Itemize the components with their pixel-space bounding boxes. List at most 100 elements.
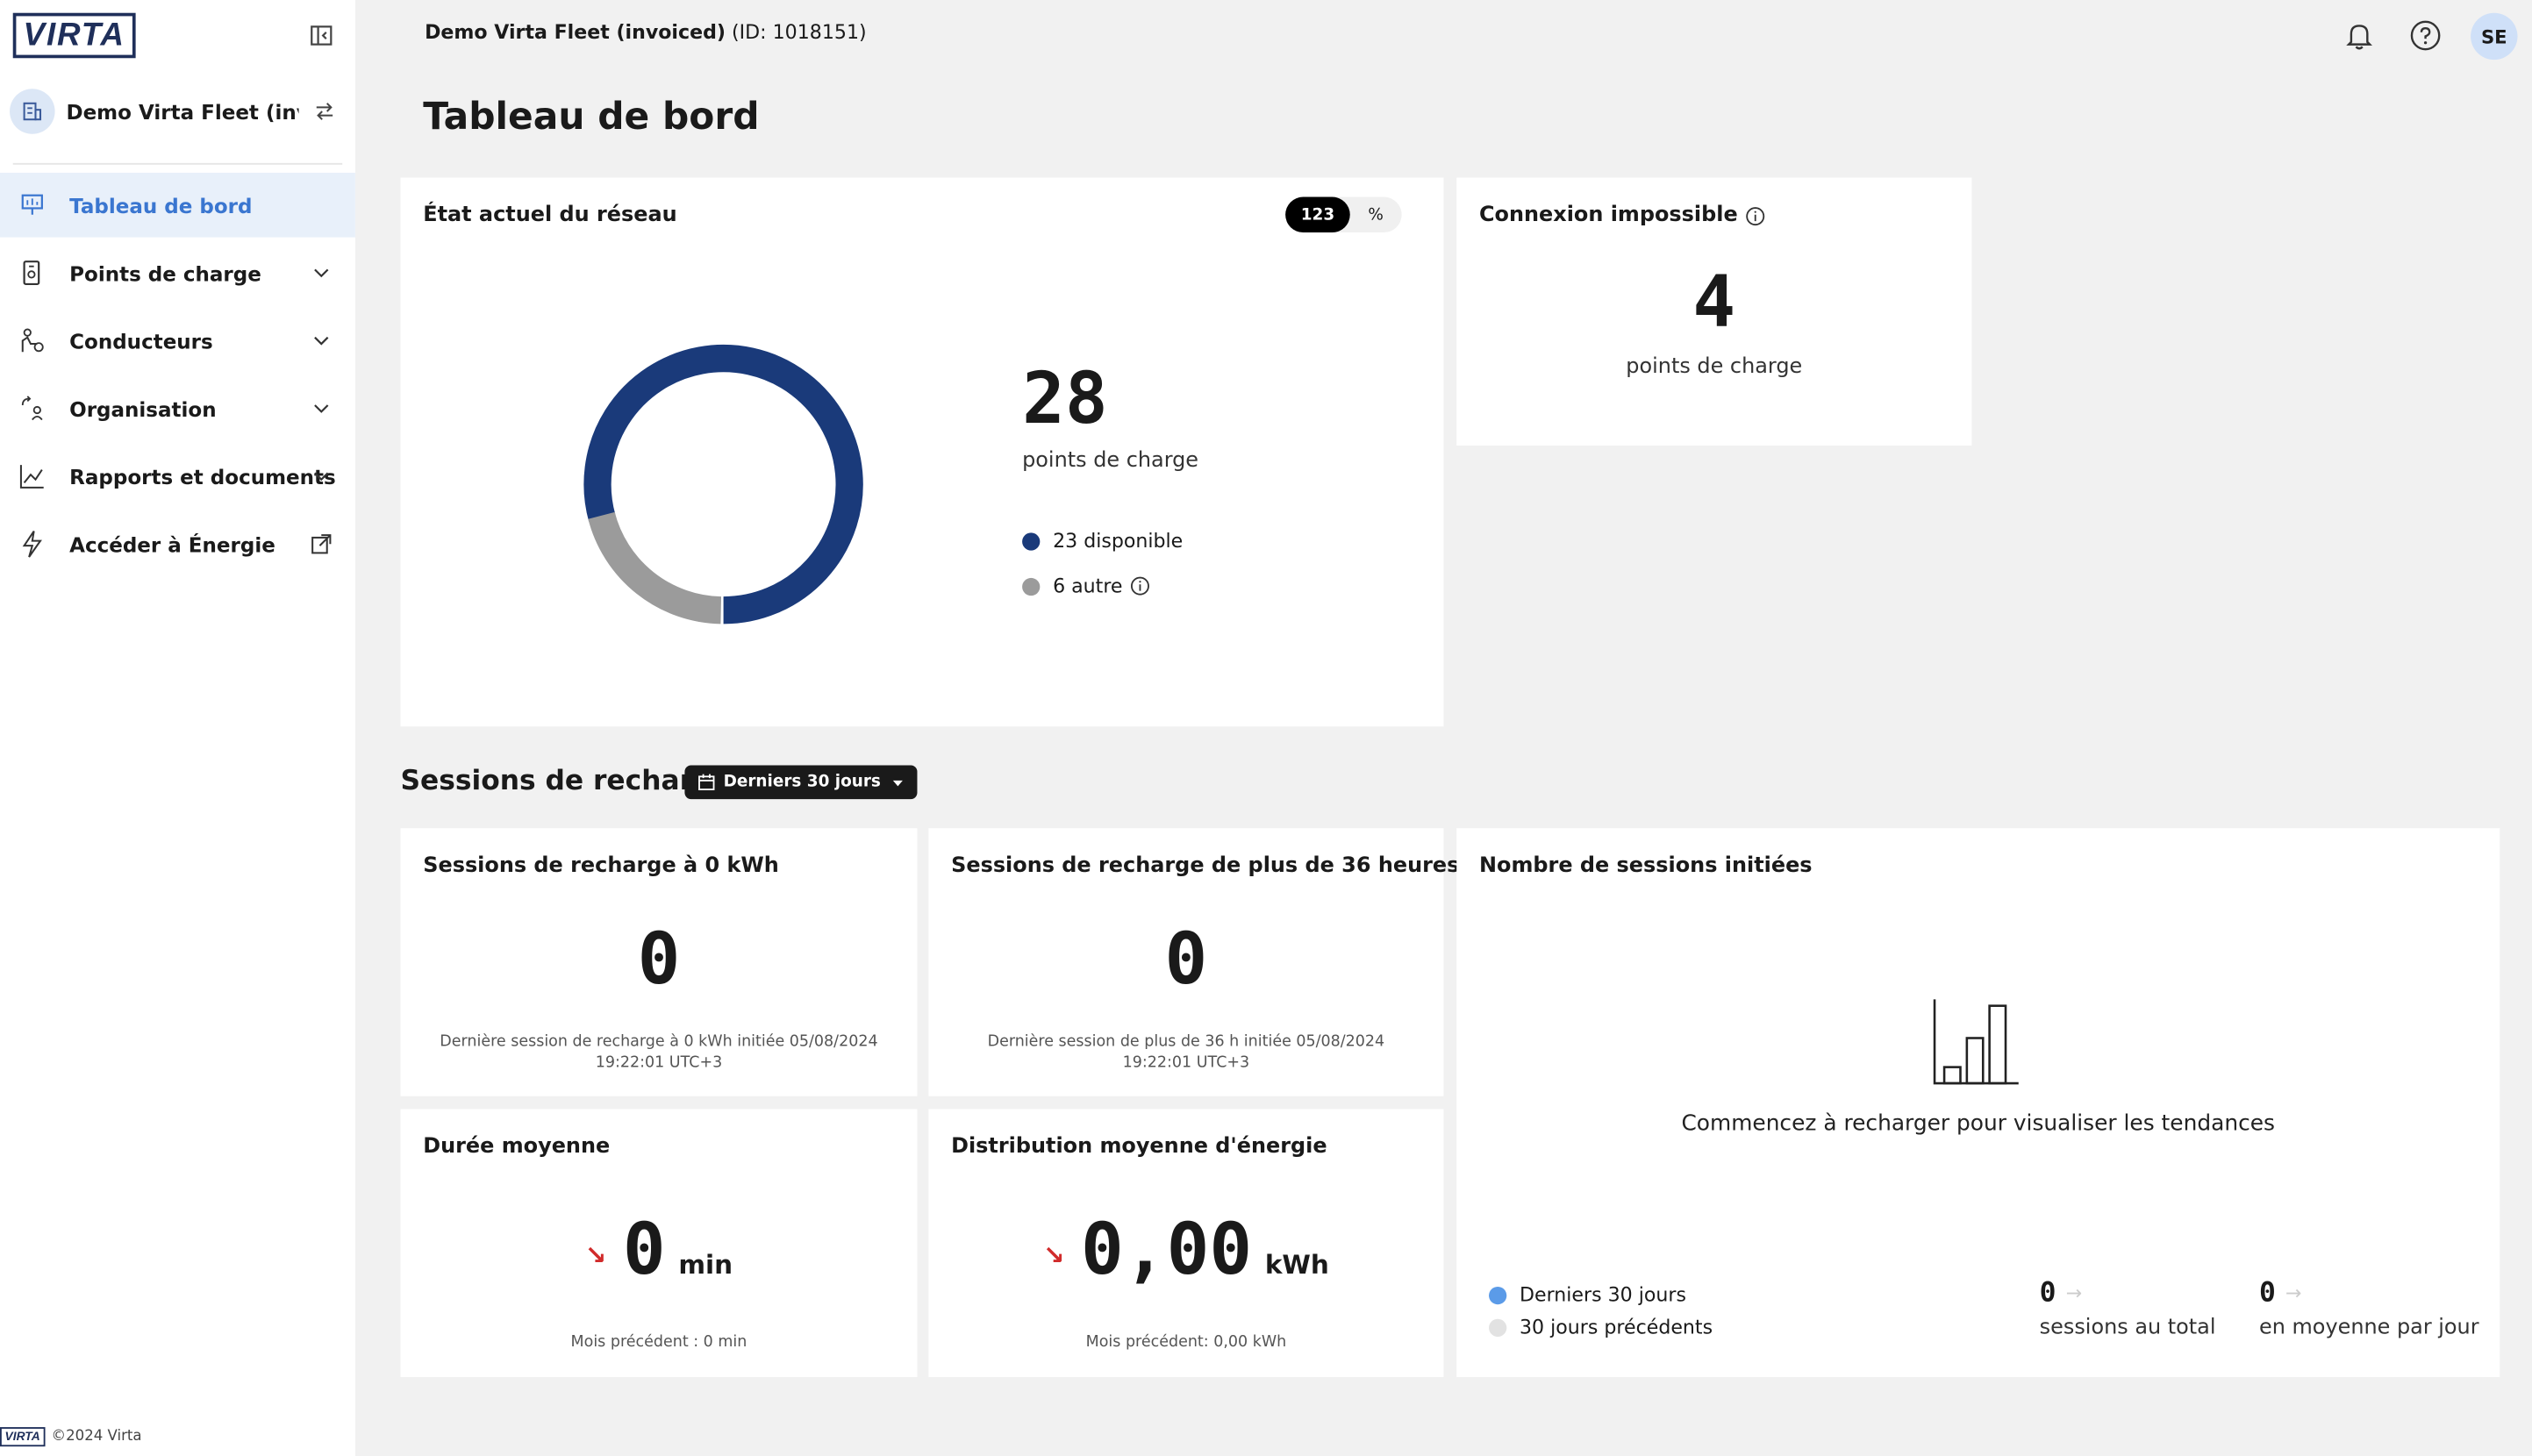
avg-duration-prev: Mois précédent : 0 min [570,1333,747,1352]
chevron-down-icon[interactable] [310,329,333,352]
avg-energy-value: 0,00 [1081,1209,1253,1292]
nav-label: Tableau de bord [69,192,253,218]
zero-kwh-value: 0 [637,918,681,1002]
card-title: État actuel du réseau [423,203,677,228]
card-title-text: Connexion impossible [1478,203,1738,228]
nav-item-reports[interactable]: Rapports et documents [0,444,355,509]
topbar-org: Demo Virta Fleet (invoiced) (ID: 1018151… [425,21,867,44]
switch-org-icon[interactable] [313,100,336,123]
nav-label: Accéder à Énergie [69,532,275,557]
arrow-right-icon: → [2285,1281,2302,1305]
avg-energy-prev: Mois précédent: 0,00 kWh [1085,1333,1287,1352]
total-sessions-value: 0 [2039,1276,2056,1310]
avg-per-day-label: en moyenne par jour [2258,1316,2479,1340]
card-title: Nombre de sessions initiées [1478,853,1813,879]
avg-energy-card: Distribution moyenne d'énergie ↘ 0,00 kW… [928,1109,1444,1378]
topbar-org-name: Demo Virta Fleet (invoiced) [425,20,726,44]
nav-label: Conducteurs [69,328,213,353]
chevron-down-icon[interactable] [310,465,333,488]
presentation-icon [21,194,43,215]
donut-slice-autre[interactable] [588,491,722,634]
card-title: Sessions de recharge à 0 kWh [423,853,779,879]
trend-down-icon: ↘ [1042,1239,1065,1271]
over-36h-card: Sessions de recharge de plus de 36 heure… [928,828,1459,1096]
nav-item-dashboard[interactable]: Tableau de bord [0,172,355,238]
topbar-org-id: (ID: 1018151) [732,20,867,44]
toggle-count-button[interactable]: 123 [1285,196,1350,233]
external-link-icon[interactable] [310,532,333,555]
sidebar: VIRTA Demo Virta Fleet (invoi... Tableau… [0,0,355,1456]
building-icon [10,89,55,134]
bar-chart-icon [1933,999,2019,1085]
organisation-icon [21,396,43,421]
avg-energy-row: ↘ 0,00 kWh [928,1210,1443,1292]
over-36h-note: Dernière session de plus de 36 h initiée… [928,1031,1443,1074]
collapse-sidebar-icon[interactable] [310,25,333,47]
connection-value: 4 [1692,261,1736,345]
nav-label: Rapports et documents [69,464,336,489]
donut-slice-disponible[interactable] [569,329,878,639]
available-dot [1022,532,1041,550]
nav-item-organisation[interactable]: Organisation [0,376,355,441]
info-icon[interactable] [1746,206,1765,225]
network-donut-chart [569,329,878,639]
avg-energy-unit: kWh [1264,1249,1329,1281]
sessions-section-title: Sessions de recharge [400,765,732,798]
connection-label: points de charge [1626,354,1803,380]
count-percent-toggle: 123 % [1285,196,1402,233]
legend-available-text: 23 disponible [1053,529,1184,553]
other-dot [1022,577,1041,596]
avg-duration-unit: min [678,1249,733,1281]
nav-label: Points de charge [69,261,261,285]
legend-current-text: Derniers 30 jours [1520,1283,1686,1307]
legend-previous-period: 30 jours précédents [1489,1316,1713,1338]
bell-icon[interactable] [2343,19,2376,52]
nav-label: Organisation [69,396,217,421]
network-total: 28 [1022,358,1108,441]
note-line: 19:22:01 UTC+3 [1122,1053,1250,1073]
trend-down-icon: ↘ [584,1239,607,1271]
nav-item-charge-points[interactable]: Points de charge [0,240,355,305]
virta-logo[interactable]: VIRTA [12,12,136,59]
nav-item-drivers[interactable]: Conducteurs [0,309,355,374]
card-title: Durée moyenne [423,1134,611,1160]
caret-down-icon [893,780,904,786]
org-switcher[interactable]: Demo Virta Fleet (invoi... [10,87,346,135]
page-title: Tableau de bord [423,96,760,139]
total-sessions-label: sessions au total [2039,1316,2216,1340]
help-icon[interactable] [2409,19,2442,52]
period-label: Derniers 30 jours [723,773,881,791]
lightning-icon [22,530,42,558]
calendar-icon [698,774,715,790]
arrow-right-icon: → [2065,1281,2083,1305]
avg-duration-value: 0 [622,1209,666,1292]
footer: VIRTA ©2024 Virta [0,1427,142,1447]
note-line: 19:22:01 UTC+3 [595,1053,723,1073]
legend-previous-text: 30 jours précédents [1520,1316,1713,1338]
total-sessions-stat: 0 → [2040,1277,2082,1310]
legend-current-period: Derniers 30 jours [1489,1283,1686,1306]
org-name: Demo Virta Fleet (invoi... [66,99,298,124]
previous-period-dot [1489,1317,1507,1337]
user-avatar[interactable]: SE [2471,12,2518,61]
footer-logo: VIRTA [0,1427,46,1447]
legend-other-text: 6 autre [1053,575,1123,598]
nav-item-energy[interactable]: Accéder à Énergie [0,511,355,576]
chevron-down-icon[interactable] [310,397,333,420]
period-selector[interactable]: Derniers 30 jours [684,765,919,800]
note-line: Dernière session de recharge à 0 kWh ini… [440,1032,878,1052]
card-title: Connexion impossible [1479,203,1765,228]
zero-kwh-note: Dernière session de recharge à 0 kWh ini… [400,1031,917,1074]
connection-impossible-card: Connexion impossible 4 points de charge [1456,177,1972,446]
chevron-down-icon[interactable] [310,261,333,284]
divider [12,162,343,165]
avg-duration-card: Durée moyenne ↘ 0 min Mois précédent : 0… [400,1109,918,1378]
legend-other: 6 autre [1022,575,1150,597]
legend-available: 23 disponible [1022,529,1184,553]
zero-kwh-card: Sessions de recharge à 0 kWh 0 Dernière … [400,828,918,1096]
info-icon[interactable] [1131,576,1150,596]
avg-per-day-stat: 0 → [2259,1277,2301,1310]
charger-icon [23,261,40,286]
initiated-sessions-card: Nombre de sessions initiées Commencez à … [1456,828,2500,1378]
toggle-percent-button[interactable]: % [1350,206,1402,224]
